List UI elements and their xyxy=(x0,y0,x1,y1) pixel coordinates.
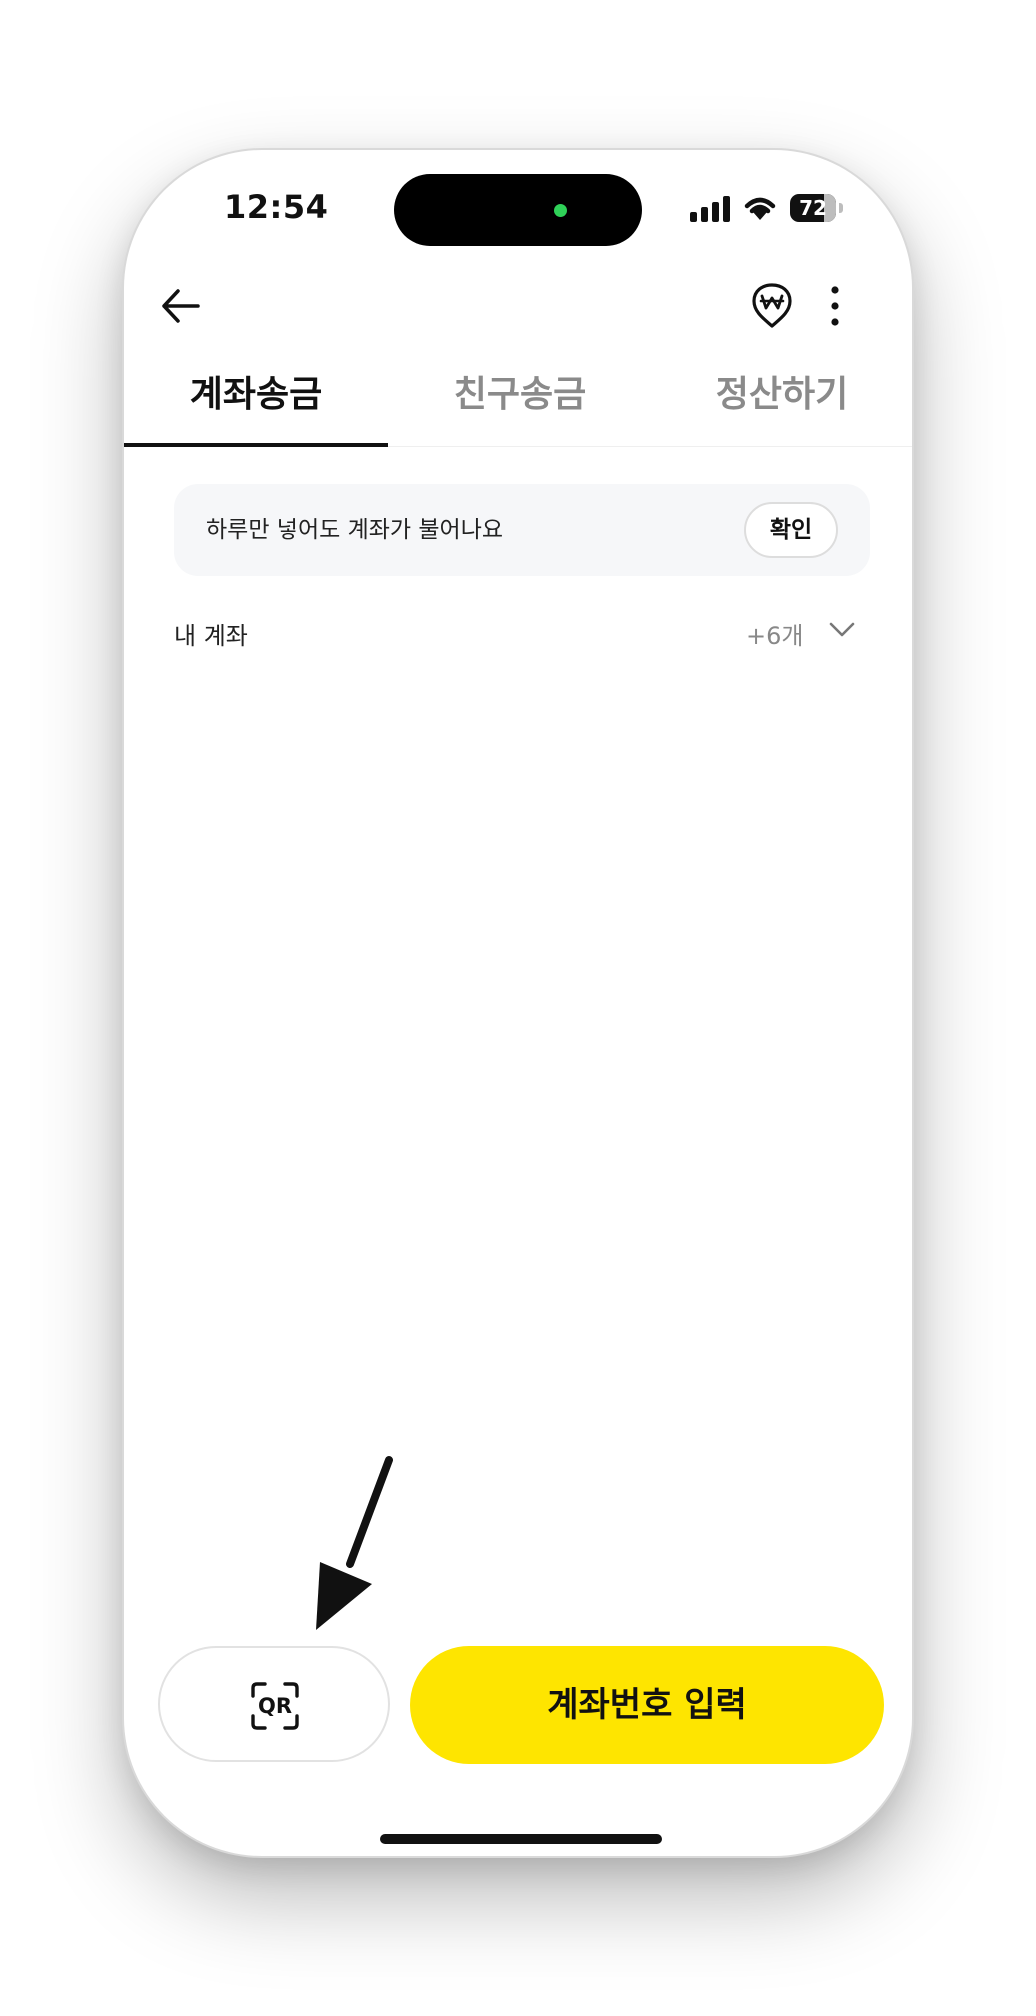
battery-cap xyxy=(839,203,843,213)
tab-bar: 계좌송금 친구송금 정산하기 xyxy=(124,360,912,447)
won-location-icon[interactable] xyxy=(746,280,798,332)
arrow-left-icon[interactable] xyxy=(154,278,210,334)
dynamic-island xyxy=(394,174,642,246)
annotation-arrow-icon xyxy=(316,1456,393,1630)
account-count[interactable]: +6개 xyxy=(746,616,803,651)
signal-icon xyxy=(690,196,732,222)
qr-scan-button[interactable]: QR xyxy=(158,1646,390,1762)
more-vertical-icon[interactable] xyxy=(820,280,850,332)
battery-icon: 72 xyxy=(790,194,836,222)
account-number-input-button[interactable]: 계좌번호 입력 xyxy=(410,1646,884,1764)
tab-friend-transfer[interactable]: 친구송금 xyxy=(388,360,652,446)
my-accounts-label: 내 계좌 xyxy=(174,622,248,650)
chevron-down-icon[interactable] xyxy=(828,620,856,640)
tab-settlement[interactable]: 정산하기 xyxy=(652,360,912,446)
camera-indicator xyxy=(554,204,567,217)
qr-label: QR xyxy=(257,1694,293,1718)
confirm-button[interactable]: 확인 xyxy=(744,502,838,558)
promo-banner[interactable]: 하루만 넣어도 계좌가 불어나요 확인 xyxy=(174,484,870,576)
tab-account-transfer[interactable]: 계좌송금 xyxy=(124,360,388,446)
home-indicator xyxy=(380,1834,662,1844)
status-time: 12:54 xyxy=(224,188,329,226)
banner-text: 하루만 넣어도 계좌가 불어나요 xyxy=(206,517,504,543)
battery-level: 72 xyxy=(799,196,827,220)
wifi-icon xyxy=(744,197,776,220)
phone-frame: 12:54 72 계좌송금 친구송금 정산하기 하루만 넣어도 계좌가 불어나요… xyxy=(124,150,912,1856)
tab-indicator xyxy=(124,443,388,447)
